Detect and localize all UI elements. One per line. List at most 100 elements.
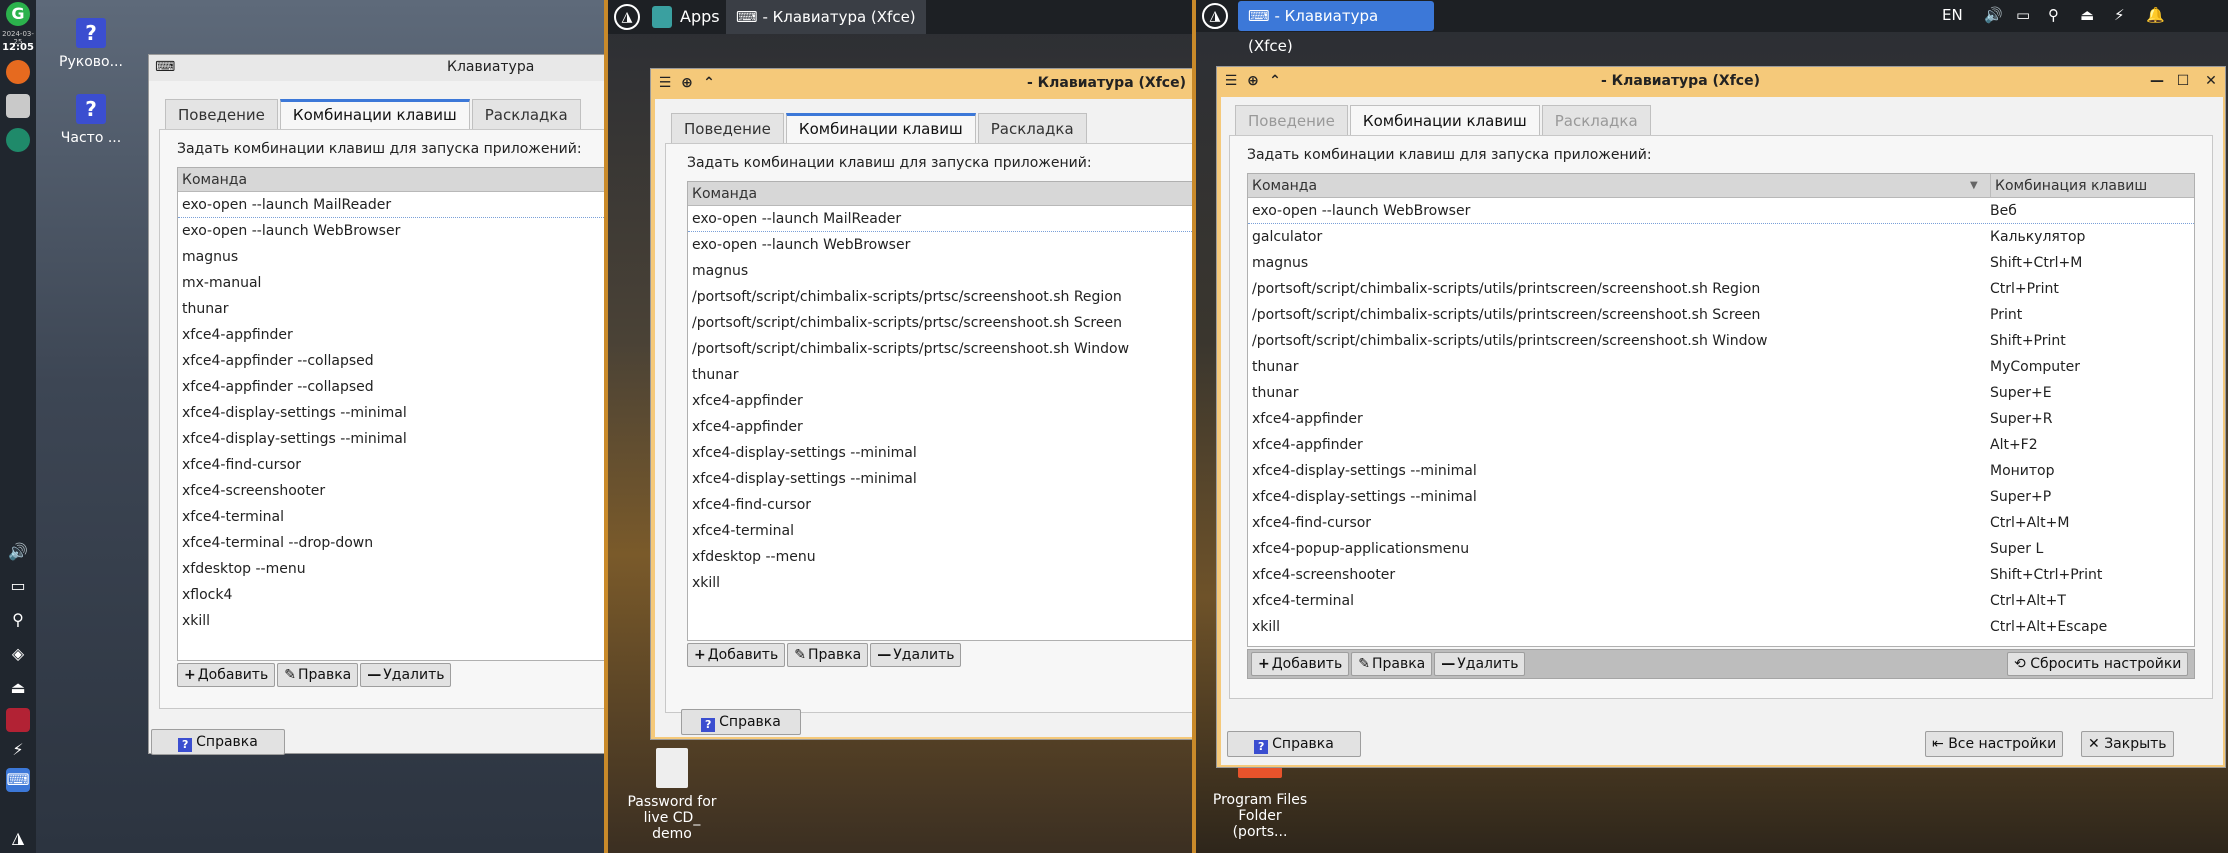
firefox-icon[interactable]: [6, 60, 30, 84]
tab-shortcuts[interactable]: Комбинации клавиш: [1349, 105, 1540, 135]
maximize-icon[interactable]: ☐: [2173, 71, 2193, 91]
clip-icon[interactable]: ⚲: [6, 608, 30, 632]
list-item[interactable]: xfdesktop --menu: [688, 544, 1192, 570]
window-titlebar[interactable]: ☰ ⊕ ⌃ - Клавиатура (Xfce) — ☐ ✕: [1217, 67, 2225, 95]
close-button[interactable]: ✕ Закрыть: [2081, 731, 2174, 757]
shade-icon[interactable]: ⌃: [699, 73, 719, 93]
table-row[interactable]: xfce4-popup-applicationsmenu Super L: [1248, 536, 2194, 562]
menu-icon[interactable]: ☰: [1221, 71, 1241, 91]
menu-icon[interactable]: ☰: [655, 73, 675, 93]
list-item[interactable]: xfce4-appfinder: [178, 322, 604, 348]
tab-behavior[interactable]: Поведение: [1235, 105, 1348, 135]
desktop-icon-program-files[interactable]: Program Files Folder (ports...: [1210, 764, 1310, 840]
column-header-command[interactable]: Команда: [1252, 178, 1317, 194]
table-row[interactable]: /portsoft/script/chimbalix-scripts/utils…: [1248, 302, 2194, 328]
keyboard-layout-indicator[interactable]: EN: [1942, 6, 1963, 24]
shortcut-list[interactable]: Команда ▼ Комбинация клавиш exo-open --l…: [1247, 173, 2195, 647]
apps-menu-label[interactable]: Apps: [680, 7, 720, 26]
distro-logo-icon[interactable]: ◮: [614, 4, 640, 30]
list-item[interactable]: xfce4-appfinder: [688, 388, 1192, 414]
display-icon[interactable]: ▭: [6, 574, 30, 598]
list-item[interactable]: thunar: [178, 296, 604, 322]
eject-icon[interactable]: ⏏: [6, 676, 30, 700]
list-item[interactable]: xfce4-screenshooter: [178, 478, 604, 504]
list-item[interactable]: xfce4-display-settings --minimal: [178, 400, 604, 426]
apps-icon[interactable]: [652, 6, 672, 28]
table-row[interactable]: xfce4-display-settings --minimal Super+P: [1248, 484, 2194, 510]
tab-behavior[interactable]: Поведение: [165, 99, 278, 129]
volume-icon[interactable]: 🔊: [6, 540, 30, 564]
list-item[interactable]: xfce4-display-settings --minimal: [178, 426, 604, 452]
sort-down-icon[interactable]: ▼: [1970, 174, 1978, 198]
list-item[interactable]: xfce4-terminal --drop-down: [178, 530, 604, 556]
list-item[interactable]: exo-open --launch MailReader: [178, 192, 604, 218]
list-item[interactable]: /portsoft/script/chimbalix-scripts/prtsc…: [688, 336, 1192, 362]
panel-clock[interactable]: 12:05: [2, 42, 34, 53]
edit-button[interactable]: ✎ Правка: [277, 663, 359, 687]
tab-layout[interactable]: Раскладка: [977, 113, 1087, 143]
list-item[interactable]: xflock4: [178, 582, 604, 608]
list-item[interactable]: xfce4-appfinder: [688, 414, 1192, 440]
all-settings-button[interactable]: ⇤ Все настройки: [1925, 731, 2064, 757]
column-header-command[interactable]: Команда: [688, 182, 1192, 206]
cube-icon[interactable]: ◈: [6, 642, 30, 666]
delete-button[interactable]: — Удалить: [360, 663, 452, 687]
list-item[interactable]: xfce4-display-settings --minimal: [688, 440, 1192, 466]
add-button[interactable]: + Добавить: [687, 643, 786, 667]
list-item[interactable]: exo-open --launch WebBrowser: [178, 218, 604, 244]
logo-icon[interactable]: ◮: [6, 826, 30, 850]
desktop-icon-faq[interactable]: ? Часто ...: [46, 94, 136, 146]
table-row[interactable]: xfce4-screenshooter Shift+Ctrl+Print: [1248, 562, 2194, 588]
table-row[interactable]: xfce4-find-cursor Ctrl+Alt+M: [1248, 510, 2194, 536]
taskbar-keyboard-task[interactable]: ⌨ - Клавиатура (Xfce): [726, 0, 926, 34]
command-list[interactable]: Команда exo-open --launch MailReader exo-…: [177, 167, 604, 661]
flag-us-icon[interactable]: [6, 708, 30, 732]
list-item[interactable]: mx-manual: [178, 270, 604, 296]
close-icon[interactable]: ✕: [2201, 71, 2221, 91]
command-list[interactable]: Команда exo-open --launch MailReader exo-…: [687, 181, 1192, 641]
window-titlebar[interactable]: ☰ ⊕ ⌃ - Клавиатура (Xfce): [651, 69, 1192, 97]
list-item[interactable]: xfce4-display-settings --minimal: [688, 466, 1192, 492]
delete-button[interactable]: — Удалить: [1434, 652, 1526, 676]
list-item[interactable]: exo-open --launch MailReader: [688, 206, 1192, 232]
edit-button[interactable]: ✎ Правка: [1351, 652, 1433, 676]
whisker-menu-icon[interactable]: G: [6, 2, 30, 26]
list-item[interactable]: exo-open --launch WebBrowser: [688, 232, 1192, 258]
table-row[interactable]: thunar MyComputer: [1248, 354, 2194, 380]
list-item[interactable]: xfce4-find-cursor: [178, 452, 604, 478]
edit-button[interactable]: ✎ Правка: [787, 643, 869, 667]
list-item[interactable]: xfdesktop --menu: [178, 556, 604, 582]
table-row[interactable]: galculator Калькулятор: [1248, 224, 2194, 250]
tab-behavior[interactable]: Поведение: [671, 113, 784, 143]
power-icon[interactable]: ⚡: [2114, 6, 2125, 24]
table-row[interactable]: magnus Shift+Ctrl+M: [1248, 250, 2194, 276]
list-item[interactable]: xfce4-appfinder --collapsed: [178, 348, 604, 374]
tab-shortcuts[interactable]: Комбинации клавиш: [279, 99, 470, 129]
file-manager-icon[interactable]: [6, 94, 30, 118]
notifications-icon[interactable]: 🔔: [2146, 6, 2165, 24]
list-item[interactable]: /portsoft/script/chimbalix-scripts/prtsc…: [688, 284, 1192, 310]
tab-layout[interactable]: Раскладка: [471, 99, 581, 129]
pin-icon[interactable]: ⊕: [1243, 71, 1263, 91]
eject-icon[interactable]: ⏏: [2080, 6, 2094, 24]
tab-layout[interactable]: Раскладка: [1541, 105, 1651, 135]
minimize-icon[interactable]: —: [2147, 71, 2167, 91]
power-icon[interactable]: ⚡: [6, 738, 30, 762]
table-row[interactable]: xfce4-appfinder Alt+F2: [1248, 432, 2194, 458]
add-button[interactable]: + Добавить: [1251, 652, 1350, 676]
add-button[interactable]: + Добавить: [177, 663, 276, 687]
help-button[interactable]: ? Справка: [151, 729, 285, 755]
distro-logo-icon[interactable]: ◮: [1202, 3, 1228, 29]
column-header-command[interactable]: Команда: [178, 168, 604, 192]
column-header-shortcut[interactable]: Комбинация клавиш: [1990, 174, 2147, 198]
help-button[interactable]: ? Справка: [681, 709, 801, 735]
shade-icon[interactable]: ⌃: [1265, 71, 1285, 91]
desktop-icon-guide[interactable]: ? Руково...: [46, 18, 136, 70]
display-icon[interactable]: ▭: [2016, 6, 2030, 24]
volume-icon[interactable]: 🔊: [1984, 6, 2003, 24]
list-item[interactable]: xkill: [688, 570, 1192, 596]
window-titlebar[interactable]: ⌨ Клавиатура: [149, 55, 604, 81]
list-item[interactable]: xkill: [178, 608, 604, 634]
window-menu-icon[interactable]: ⌨: [155, 57, 175, 77]
list-item[interactable]: magnus: [178, 244, 604, 270]
